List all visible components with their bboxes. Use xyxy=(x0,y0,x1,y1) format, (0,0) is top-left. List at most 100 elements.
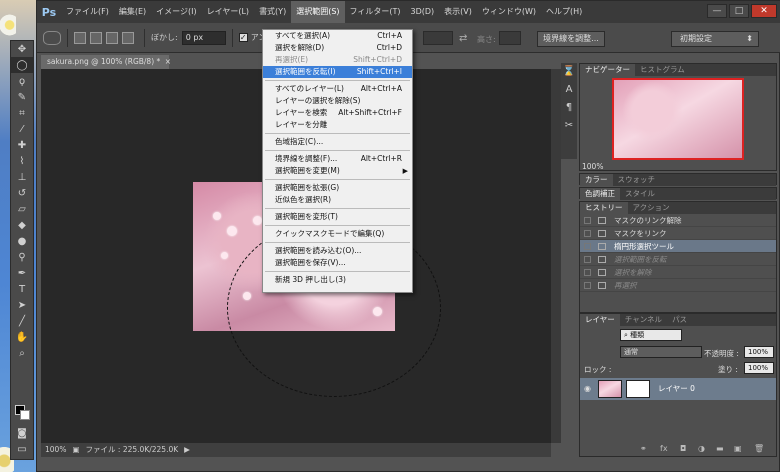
select-menu-item[interactable]: 選択範囲を反転(I) Shift+Ctrl+I xyxy=(263,66,412,78)
tab-swatches[interactable]: スウォッチ xyxy=(613,174,661,186)
trash-icon[interactable]: 🗑 xyxy=(754,444,764,453)
history-brush-tool-icon[interactable]: ↺ xyxy=(11,185,33,201)
tab-navigator[interactable]: ナビゲーター xyxy=(580,64,635,76)
hand-tool-icon[interactable]: ✋ xyxy=(11,329,33,345)
select-menu-item[interactable]: 選択範囲を拡張(G) xyxy=(263,182,412,194)
refine-edge-button[interactable]: 境界線を調整... xyxy=(537,31,605,47)
add-mask-icon[interactable]: ◘ xyxy=(680,444,686,453)
fx-icon[interactable]: fx xyxy=(660,444,668,453)
new-layer-icon[interactable]: ▣ xyxy=(734,444,742,453)
eraser-tool-icon[interactable]: ▱ xyxy=(11,201,33,217)
zoom-tool-icon[interactable]: ⌕ xyxy=(11,345,33,361)
add-selection-icon[interactable] xyxy=(90,31,102,44)
quick-selection-tool-icon[interactable]: ✎ xyxy=(11,89,33,105)
move-tool-icon[interactable]: ✥ xyxy=(11,41,33,57)
intersect-selection-icon[interactable] xyxy=(122,31,134,44)
select-menu-item[interactable]: 選択範囲を保存(V)... xyxy=(263,257,412,269)
layer-filter-select[interactable]: ⌕ 種類 xyxy=(620,329,682,341)
opacity-input[interactable]: 100% xyxy=(744,346,774,358)
layer-row[interactable]: ◉ レイヤー 0 xyxy=(580,378,776,400)
link-layers-icon[interactable]: ⚭ xyxy=(640,444,647,453)
tab-styles[interactable]: スタイル xyxy=(620,188,660,200)
tab-channels[interactable]: チャンネル xyxy=(620,314,667,326)
pen-tool-icon[interactable]: ✒ xyxy=(11,265,33,281)
history-item[interactable]: 選択を解除 xyxy=(580,266,776,279)
select-menu-item[interactable]: すべてを選択(A) Ctrl+A xyxy=(263,30,412,42)
close-button[interactable]: ✕ xyxy=(751,4,777,18)
elliptical-marquee-tool-icon[interactable]: ◯ xyxy=(11,57,33,73)
screen-mode-icon[interactable]: ▭ xyxy=(11,441,33,457)
layer-name[interactable]: レイヤー 0 xyxy=(658,383,695,394)
select-menu-item[interactable]: 選択を解除(D) Ctrl+D xyxy=(263,42,412,54)
elliptical-marquee-tool-icon[interactable] xyxy=(43,30,61,45)
clone-stamp-tool-icon[interactable]: ⊥ xyxy=(11,169,33,185)
menu-item[interactable]: レイヤー(L) xyxy=(202,1,254,23)
menu-item[interactable]: 編集(E) xyxy=(114,1,151,23)
new-selection-icon[interactable] xyxy=(74,31,86,44)
workspace-select[interactable]: 初期設定 ⬍ xyxy=(671,31,759,47)
select-menu-item[interactable]: 近似色を選択(R) xyxy=(263,194,412,206)
canvas-scrollbar[interactable] xyxy=(551,69,561,443)
select-menu-item[interactable]: レイヤーを分離 xyxy=(263,119,412,131)
snapshot-checkbox[interactable] xyxy=(584,217,591,224)
eyedropper-tool-icon[interactable]: ⁄ xyxy=(11,121,33,137)
history-item[interactable]: 再選択 xyxy=(580,279,776,292)
menu-item[interactable]: 表示(V) xyxy=(439,1,477,23)
antialias-checkbox[interactable]: ✓ xyxy=(238,33,248,42)
feather-input[interactable]: 0 px xyxy=(181,30,226,45)
status-menu-arrow-icon[interactable]: ▶ xyxy=(184,443,190,457)
select-menu-item[interactable]: 色域指定(C)... xyxy=(263,136,412,148)
snapshot-checkbox[interactable] xyxy=(584,282,591,289)
history-item[interactable]: マスクのリンク解除 xyxy=(580,214,776,227)
tab-layers[interactable]: レイヤー xyxy=(580,314,620,326)
brush-tool-icon[interactable]: ⌇ xyxy=(11,153,33,169)
swap-icon[interactable]: ⇄ xyxy=(459,33,467,44)
tab-actions[interactable]: アクション xyxy=(628,202,675,214)
select-menu-item[interactable]: クイックマスクモードで編集(Q) xyxy=(263,228,412,240)
tab-paths[interactable]: パス xyxy=(667,314,692,326)
lasso-tool-icon[interactable]: ϙ xyxy=(11,73,33,89)
fill-input[interactable]: 100% xyxy=(744,362,774,374)
close-tab-icon[interactable]: × xyxy=(165,55,171,69)
document-tab[interactable]: sakura.png @ 100% (RGB/8) * × xyxy=(41,55,171,69)
height-input[interactable] xyxy=(499,31,521,45)
select-menu-item[interactable]: 選択範囲を変更(M) ▶ xyxy=(263,165,412,177)
line-tool-icon[interactable]: ╱ xyxy=(11,313,33,329)
navigator-zoom[interactable]: 100% xyxy=(582,162,603,171)
menu-item[interactable]: イメージ(I) xyxy=(151,1,201,23)
healing-brush-tool-icon[interactable]: ✚ xyxy=(11,137,33,153)
snapshot-checkbox[interactable] xyxy=(584,269,591,276)
tab-history[interactable]: ヒストリー xyxy=(580,202,628,214)
path-selection-tool-icon[interactable]: ➤ xyxy=(11,297,33,313)
eye-icon[interactable]: ◉ xyxy=(584,384,591,393)
history-icon[interactable]: ⌛ xyxy=(561,63,577,81)
paint-bucket-tool-icon[interactable]: ◆ xyxy=(11,217,33,233)
type-tool-icon[interactable]: T xyxy=(11,281,33,297)
select-menu-item[interactable]: レイヤーの選択を解除(S) xyxy=(263,95,412,107)
crop-tool-icon[interactable]: ⌗ xyxy=(11,105,33,121)
character-icon[interactable]: A xyxy=(561,81,577,99)
menu-item[interactable]: フィルター(T) xyxy=(345,1,406,23)
subtract-selection-icon[interactable] xyxy=(106,31,118,44)
tool-presets-icon[interactable]: ✂ xyxy=(561,117,577,135)
tab-color[interactable]: カラー xyxy=(580,174,613,186)
menu-item[interactable]: 選択範囲(S) xyxy=(291,1,345,23)
menu-item[interactable]: 3D(D) xyxy=(406,1,440,23)
select-menu-item[interactable]: 再選択(E) Shift+Ctrl+D xyxy=(263,54,412,66)
snapshot-checkbox[interactable] xyxy=(584,243,591,250)
blur-tool-icon[interactable]: ● xyxy=(11,233,33,249)
menu-item[interactable]: ウィンドウ(W) xyxy=(477,1,541,23)
blend-mode-select[interactable]: 通常 xyxy=(620,346,702,358)
dodge-tool-icon[interactable]: ⚲ xyxy=(11,249,33,265)
select-menu-item[interactable]: レイヤーを検索 Alt+Shift+Ctrl+F xyxy=(263,107,412,119)
select-menu-item[interactable]: 新規 3D 押し出し(3) xyxy=(263,274,412,286)
select-menu-item[interactable]: 境界線を調整(F)... Alt+Ctrl+R xyxy=(263,153,412,165)
snapshot-checkbox[interactable] xyxy=(584,256,591,263)
minimize-button[interactable]: — xyxy=(707,4,727,18)
history-item[interactable]: 楕円形選択ツール xyxy=(580,240,776,253)
maximize-button[interactable]: □ xyxy=(729,4,749,18)
zoom-level[interactable]: 100% xyxy=(45,443,66,457)
menu-item[interactable]: ファイル(F) xyxy=(61,1,114,23)
layer-mask-thumbnail[interactable] xyxy=(626,380,650,398)
history-item[interactable]: マスクをリンク xyxy=(580,227,776,240)
